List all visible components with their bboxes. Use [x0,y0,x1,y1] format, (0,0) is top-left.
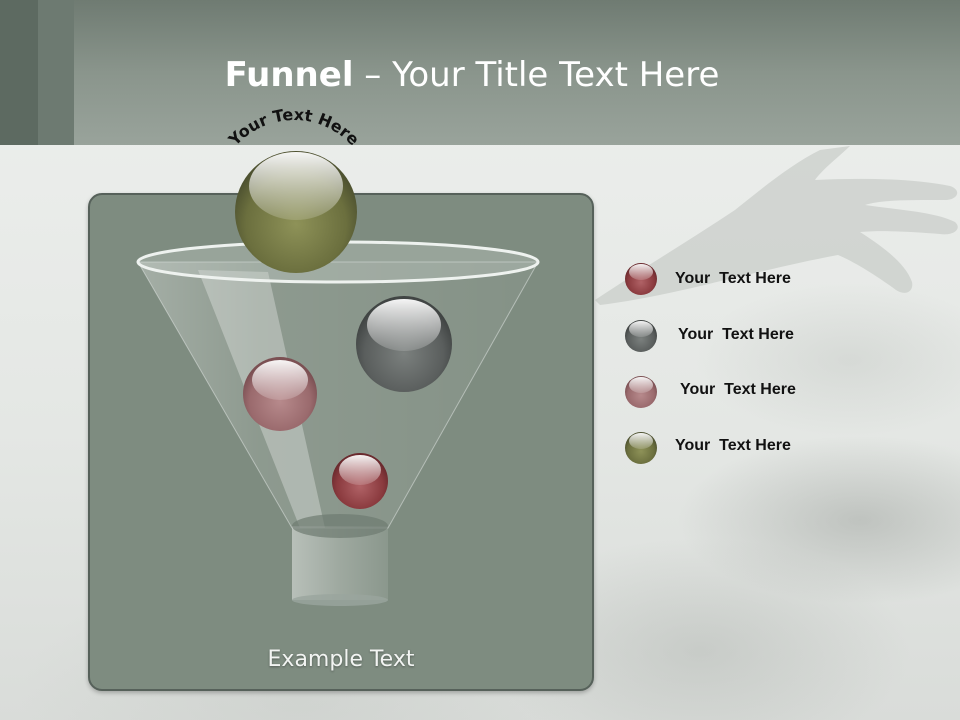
ball-gray [356,296,452,392]
funnel-spout [292,514,388,606]
example-text: Example Text [267,647,415,672]
legend-bullet-2 [625,320,657,352]
ball-top-olive [235,151,357,273]
legend-label-2: Your Text Here [678,326,794,343]
legend-bullet-4 [625,432,657,464]
slide: Funnel – Your Title Text Here Your Text … [0,0,960,720]
legend-label-4: Your Text Here [675,437,791,454]
legend-bullet-1 [625,263,657,295]
legend-label-1: Your Text Here [675,270,791,287]
ball-red [332,453,388,509]
arc-label: Your Text Here [224,105,363,150]
legend-bullet-3 [625,376,657,408]
legend-label-3: Your Text Here [680,381,796,398]
funnel-graphic: Your Text Here [136,105,657,606]
ball-rose [243,357,317,431]
